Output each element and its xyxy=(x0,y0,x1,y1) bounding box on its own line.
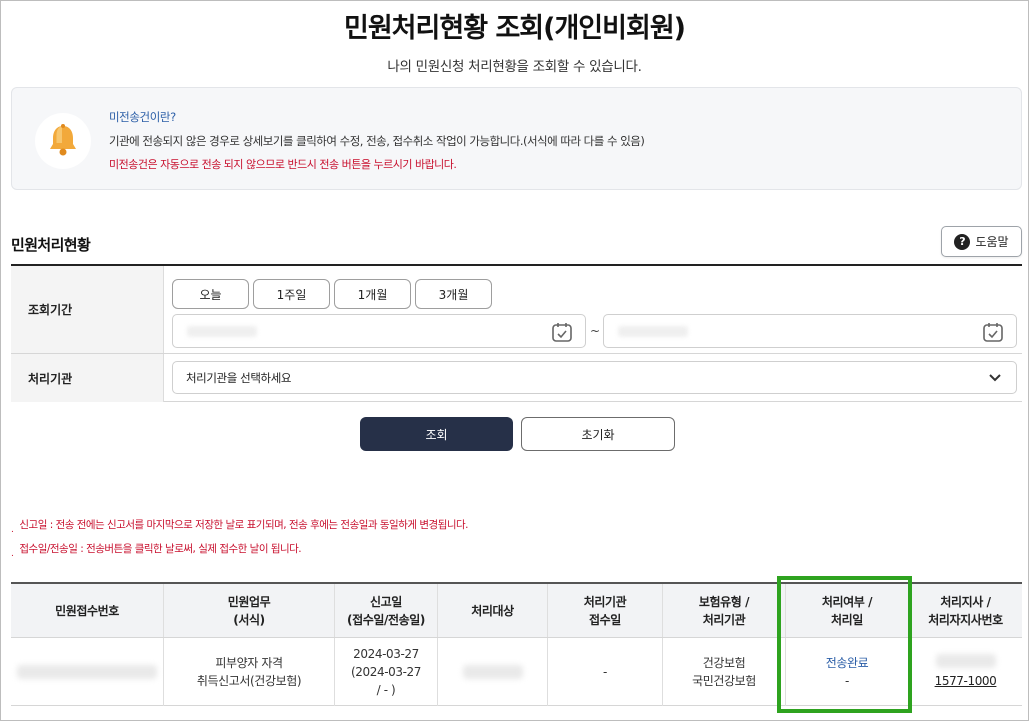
date-from-input[interactable] xyxy=(172,314,586,348)
chevron-down-icon xyxy=(989,374,1001,382)
cell-receipt-no xyxy=(11,638,164,706)
cell-report-date: 2024-03-27 (2024-03-27/ - ) xyxy=(335,638,438,706)
bullet-icon: . xyxy=(11,549,14,559)
column-header-agency-receipt-date: 처리기관 접수일 xyxy=(548,584,663,637)
redacted-target xyxy=(462,665,523,679)
help-button[interactable]: ? 도움말 xyxy=(941,226,1022,257)
notice-body: 기관에 전송되지 않은 경우로 상세보기를 클릭하여 수정, 전송, 접수취소 … xyxy=(109,134,645,148)
agency-label: 처리기관 xyxy=(11,354,164,402)
period-button-today[interactable]: 오늘 xyxy=(172,279,249,309)
redacted-branch xyxy=(935,654,996,668)
notice-box: 미전송건이란? 기관에 전송되지 않은 경우로 상세보기를 클릭하여 수정, 전… xyxy=(11,87,1022,190)
period-row: 조회기간 오늘 1주일 1개월 3개월 ~ xyxy=(11,266,1022,354)
cell-task: 피부양자 자격 취득신고서(건강보험) xyxy=(164,638,335,706)
column-header-target: 처리대상 xyxy=(438,584,548,637)
section-title: 민원처리현황 xyxy=(11,236,91,254)
page-subtitle: 나의 민원신청 처리현황을 조회할 수 있습니다. xyxy=(387,59,642,75)
branch-phone-link[interactable]: 1577-1000 xyxy=(935,672,997,690)
date-to-input[interactable] xyxy=(603,314,1017,348)
help-button-label: 도움말 xyxy=(975,235,1009,249)
period-label: 조회기간 xyxy=(11,266,164,353)
cell-target xyxy=(438,638,548,706)
column-header-receipt-no: 민원접수번호 xyxy=(11,584,164,637)
note-report-date: . 신고일 : 전송 전에는 신고서를 마지막으로 저장한 날로 표기되며, 전송… xyxy=(11,517,469,535)
bell-icon xyxy=(35,113,91,169)
date-from-value xyxy=(187,326,257,337)
note-report-date-text: 신고일 : 전송 전에는 신고서를 마지막으로 저장한 날로 표기되며, 전송 … xyxy=(19,519,469,531)
cell-insurance: 건강보험 국민건강보험 xyxy=(663,638,786,706)
notice-warning: 미전송건은 자동으로 전송 되지 않으므로 반드시 전송 버튼을 누르시기 바랍… xyxy=(109,158,457,171)
period-button-3months[interactable]: 3개월 xyxy=(415,279,492,309)
date-range-separator: ~ xyxy=(590,324,601,338)
agency-select-value: 처리기관을 선택하세요 xyxy=(186,370,292,385)
column-header-branch: 처리지사 / 처리자지사번호 xyxy=(928,594,1003,627)
column-header-insurance: 보험유형 / 처리기관 xyxy=(663,584,786,637)
note-receipt-date-text: 접수일/전송일 : 전송버튼을 클릭한 날로써, 실제 접수한 날이 됩니다. xyxy=(19,543,302,555)
agency-row: 처리기관 처리기관을 선택하세요 xyxy=(11,354,1022,402)
notice-heading: 미전송건이란? xyxy=(109,110,176,124)
agency-select[interactable]: 처리기관을 선택하세요 xyxy=(172,361,1017,394)
period-button-1month[interactable]: 1개월 xyxy=(334,279,411,309)
period-button-1week[interactable]: 1주일 xyxy=(253,279,330,309)
question-circle-icon: ? xyxy=(954,233,971,250)
note-receipt-date: . 접수일/전송일 : 전송버튼을 클릭한 날로써, 실제 접수한 날이 됩니다. xyxy=(11,541,302,559)
date-to-value xyxy=(618,326,688,337)
column-header-report-date: 신고일 (접수일/전송일) xyxy=(335,584,438,637)
search-button[interactable]: 조회 xyxy=(360,417,513,451)
page-title: 민원처리현황 조회(개인비회원) xyxy=(344,13,686,44)
cell-branch: 1577-1000 xyxy=(909,638,1022,706)
search-filter: 조회기간 오늘 1주일 1개월 3개월 ~ 처리기관 처리기관을 선택하세요 xyxy=(11,264,1022,402)
reset-button[interactable]: 초기화 xyxy=(521,417,675,451)
calendar-icon[interactable] xyxy=(551,321,573,343)
column-header-task: 민원업무 (서식) xyxy=(164,584,335,637)
bullet-icon: . xyxy=(11,525,14,535)
redacted-receipt-no xyxy=(17,665,157,679)
calendar-icon[interactable] xyxy=(982,321,1004,343)
cell-agency-receipt-date: - xyxy=(548,638,663,706)
status-column-highlight xyxy=(777,576,912,713)
